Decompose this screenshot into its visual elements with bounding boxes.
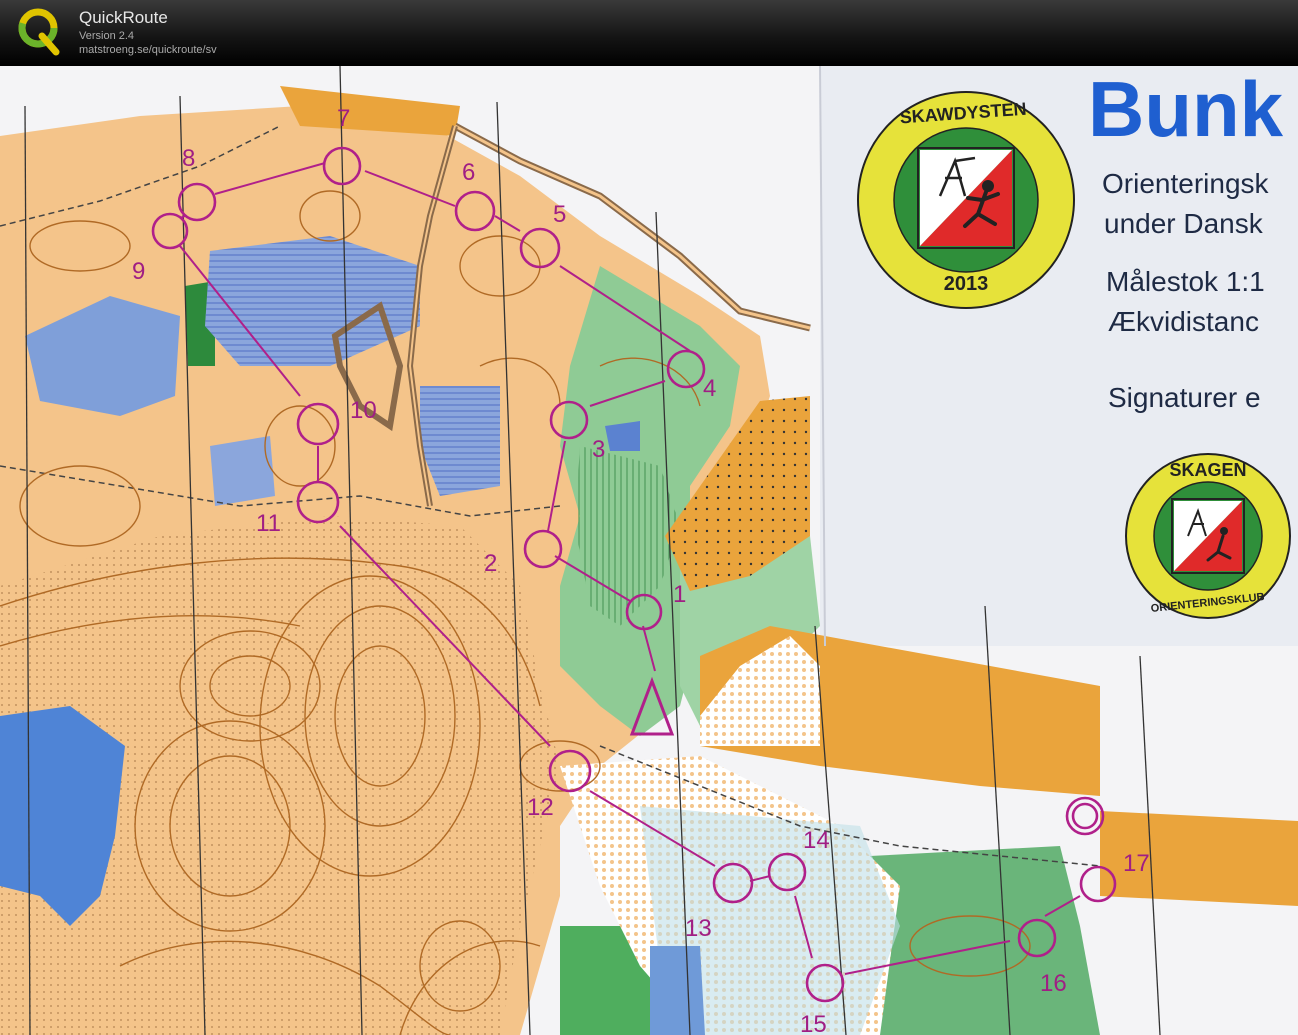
info-line-3: Målestok 1:1	[1106, 266, 1265, 297]
orienteering-map[interactable]: 1 2 3 4 5 6 7 8 9 10 11 12 13 14 15 16 1…	[0, 66, 1298, 1035]
control-number-8: 8	[182, 145, 195, 172]
control-number-17: 17	[1123, 850, 1150, 877]
app-url: matstroeng.se/quickroute/sv	[79, 44, 217, 56]
skagen-ok-logo: SKAGEN ORIENTERINGSKLUB	[1125, 453, 1291, 619]
control-number-2: 2	[484, 550, 497, 577]
control-number-9: 9	[132, 258, 145, 285]
skawdysten-logo: SKAWDYSTEN 2013	[857, 91, 1075, 309]
control-number-15: 15	[800, 1011, 827, 1035]
control-number-11: 11	[256, 510, 281, 537]
app-version: Version 2.4	[79, 30, 135, 42]
control-number-14: 14	[803, 827, 830, 854]
info-line-2: under Dansk	[1104, 208, 1264, 239]
forest-area-south-east	[870, 846, 1100, 1035]
info-line-5: Signaturer e	[1108, 382, 1261, 413]
quickroute-logo-icon	[18, 8, 60, 56]
control-number-1: 1	[673, 581, 686, 608]
control-number-13: 13	[685, 915, 712, 942]
logo-top-year: 2013	[944, 273, 989, 295]
control-number-10: 10	[350, 397, 377, 424]
control-number-4: 4	[703, 375, 716, 402]
info-line-4: Ækvidistanc	[1108, 306, 1259, 337]
control-number-6: 6	[462, 159, 475, 186]
logo-bottom-top-text: SKAGEN	[1169, 460, 1246, 480]
control-number-12: 12	[527, 794, 554, 821]
control-number-3: 3	[592, 436, 605, 463]
info-line-1: Orienteringsk	[1102, 168, 1270, 199]
control-number-16: 16	[1040, 970, 1067, 997]
lake-south	[650, 946, 705, 1035]
title-bar: QuickRoute Version 2.4 matstroeng.se/qui…	[0, 0, 1298, 66]
control-number-5: 5	[553, 201, 566, 228]
app-title: QuickRoute	[79, 8, 168, 27]
pond-east	[605, 421, 640, 451]
control-number-7: 7	[337, 105, 350, 132]
map-title: Bunk	[1088, 66, 1284, 153]
